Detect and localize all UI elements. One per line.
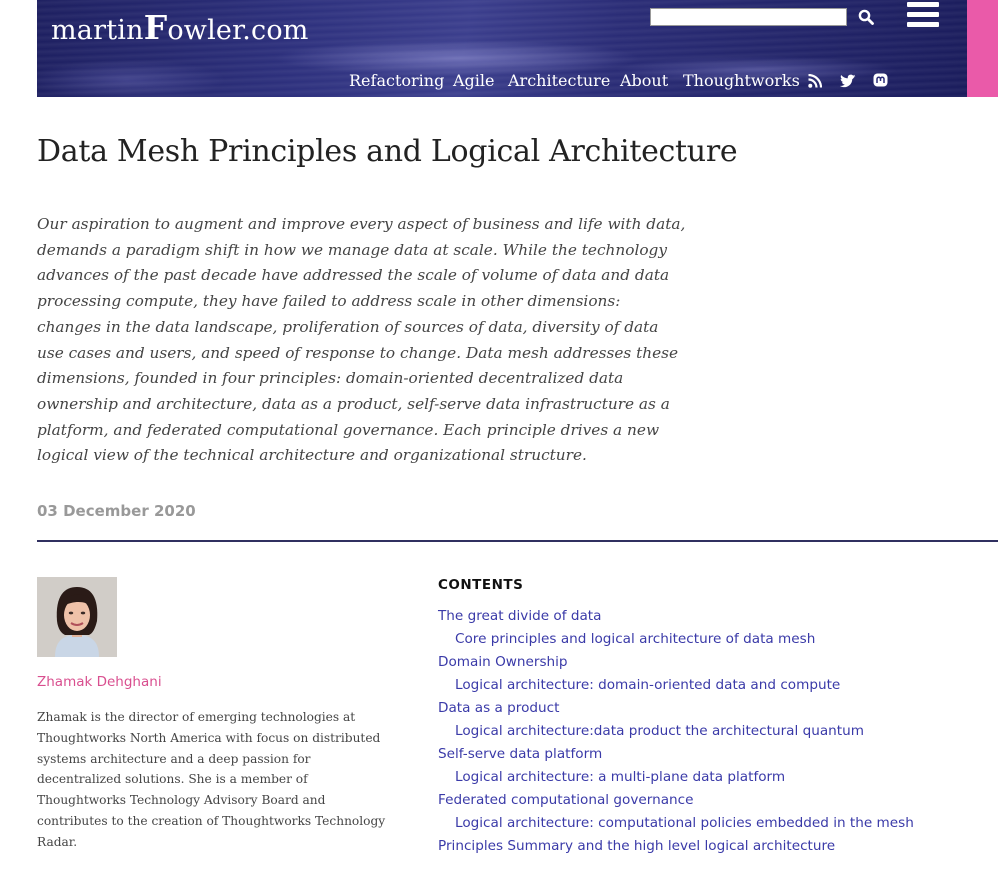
toc-item: Self-serve data platform	[438, 743, 914, 766]
logo-big-letter: F	[143, 8, 168, 47]
page-title: Data Mesh Principles and Logical Archite…	[37, 134, 738, 169]
toc-link-logical-architecture-multi-plane[interactable]: Logical architecture: a multi-plane data…	[455, 769, 785, 785]
site-logo[interactable]: martinFowler.com	[51, 8, 309, 47]
toc-item: Logical architecture: a multi-plane data…	[438, 766, 914, 789]
twitter-icon[interactable]	[839, 73, 856, 92]
toc-link-logical-architecture-domain[interactable]: Logical architecture: domain-oriented da…	[455, 677, 840, 693]
toc-item: The great divide of data	[438, 605, 914, 628]
toc-item: Principles Summary and the high level lo…	[438, 835, 914, 858]
toc-link-self-serve-platform[interactable]: Self-serve data platform	[438, 746, 602, 762]
toc-link-logical-architecture-policies[interactable]: Logical architecture: computational poli…	[455, 815, 914, 831]
toc-link-logical-architecture-data-product[interactable]: Logical architecture:data product the ar…	[455, 723, 864, 739]
publish-date: 03 December 2020	[37, 502, 196, 520]
nav-item-thoughtworks[interactable]: Thoughtworks	[683, 71, 800, 90]
nav-item-about[interactable]: About	[620, 71, 668, 90]
toc-link-principles-summary[interactable]: Principles Summary and the high level lo…	[438, 838, 835, 854]
toc-link-federated-governance[interactable]: Federated computational governance	[438, 792, 694, 808]
author-bio: Zhamak is the director of emerging techn…	[37, 710, 386, 849]
toc-link-the-great-divide[interactable]: The great divide of data	[438, 608, 601, 624]
search-input[interactable]	[650, 8, 847, 26]
toc-link-domain-ownership[interactable]: Domain Ownership	[438, 654, 568, 670]
toc-item: Federated computational governance	[438, 789, 914, 812]
section-divider	[37, 540, 998, 542]
mastodon-icon[interactable]	[873, 73, 888, 92]
author-name-link[interactable]: Zhamak Dehghani	[37, 674, 162, 690]
toc-item: Logical architecture: domain-oriented da…	[438, 674, 914, 697]
logo-prefix: martin	[51, 15, 144, 46]
toc-item: Data as a product	[438, 697, 914, 720]
accent-strip	[967, 0, 998, 97]
toc-item: Core principles and logical architecture…	[438, 628, 914, 651]
rss-icon[interactable]	[808, 73, 823, 92]
search-icon[interactable]	[858, 9, 874, 29]
hamburger-menu-icon[interactable]	[907, 2, 939, 32]
table-of-contents: The great divide of data Core principles…	[438, 605, 914, 858]
toc-link-data-as-a-product[interactable]: Data as a product	[438, 700, 559, 716]
article-abstract: Our aspiration to augment and improve ev…	[37, 215, 686, 465]
toc-item: Logical architecture: computational poli…	[438, 812, 914, 835]
author-photo[interactable]	[37, 577, 117, 657]
logo-suffix: owler.com	[167, 15, 309, 46]
toc-link-core-principles[interactable]: Core principles and logical architecture…	[455, 631, 815, 647]
contents-heading: CONTENTS	[438, 577, 524, 593]
nav-item-refactoring[interactable]: Refactoring	[349, 71, 444, 90]
toc-item: Logical architecture:data product the ar…	[438, 720, 914, 743]
nav-item-agile[interactable]: Agile	[453, 71, 495, 90]
toc-item: Domain Ownership	[438, 651, 914, 674]
nav-item-architecture[interactable]: Architecture	[508, 71, 610, 90]
